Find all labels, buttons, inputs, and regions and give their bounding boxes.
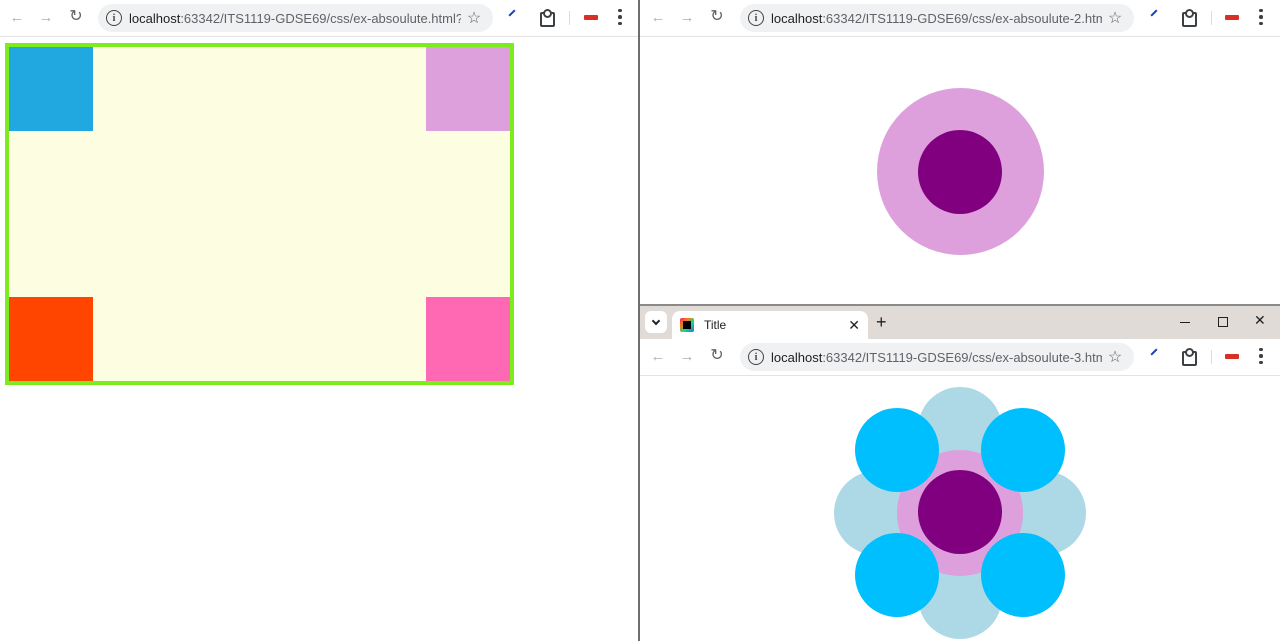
petal-bottom-right — [981, 533, 1065, 617]
site-info-icon[interactable]: i — [748, 10, 764, 26]
site-info-icon[interactable]: i — [106, 10, 122, 26]
petal-top-right — [981, 408, 1065, 492]
center-circle — [918, 470, 1002, 554]
bookmark-star-icon[interactable]: ☆ — [1102, 8, 1128, 28]
forward-arrow-icon[interactable]: → — [34, 5, 58, 29]
bottom-left-box — [9, 297, 93, 381]
back-arrow-icon[interactable]: ← — [646, 5, 670, 29]
kebab-menu-icon[interactable] — [1251, 5, 1271, 29]
browser-window-1: ← → ↻ i localhost:63342/ITS1119-GDSE69/c… — [0, 0, 638, 641]
reload-icon[interactable]: ↻ — [705, 5, 729, 29]
toolbar-2: ← → ↻ i localhost:63342/ITS1119-GDSE69/c… — [640, 0, 1280, 37]
bottom-right-box — [426, 297, 510, 381]
url-text[interactable]: localhost:63342/ITS1119-GDSE69/css/ex-ab… — [771, 11, 1102, 26]
petal-top-left — [855, 408, 939, 492]
browser-window-3: Title ✕ + ✕ ← → ↻ i localhost:63342/ITS1… — [640, 306, 1280, 641]
back-arrow-icon[interactable]: ← — [5, 5, 29, 29]
kebab-menu-icon[interactable] — [610, 5, 630, 29]
toolbar-divider — [569, 11, 570, 25]
pen-extension-icon[interactable] — [1150, 9, 1158, 17]
forward-arrow-icon[interactable]: → — [675, 5, 699, 29]
petal-bottom-left — [855, 533, 939, 617]
red-extension-icon[interactable] — [584, 15, 598, 20]
address-bar[interactable]: i localhost:63342/ITS1119-GDSE69/css/ex-… — [740, 4, 1134, 32]
red-extension-icon[interactable] — [1225, 15, 1239, 20]
toolbar-divider — [1211, 11, 1212, 25]
bookmark-star-icon[interactable]: ☆ — [461, 8, 487, 28]
top-right-box — [426, 47, 510, 131]
extensions-puzzle-icon[interactable] — [538, 9, 555, 27]
top-left-box — [9, 47, 93, 131]
address-bar[interactable]: i localhost:63342/ITS1119-GDSE69/css/ex-… — [98, 4, 493, 32]
toolbar-1: ← → ↻ i localhost:63342/ITS1119-GDSE69/c… — [0, 0, 638, 37]
browser-window-2: ← → ↻ i localhost:63342/ITS1119-GDSE69/c… — [640, 0, 1280, 304]
pen-extension-icon[interactable] — [508, 9, 516, 17]
reload-icon[interactable]: ↻ — [64, 5, 88, 29]
absolute-container — [5, 43, 514, 385]
url-text[interactable]: localhost:63342/ITS1119-GDSE69/css/ex-ab… — [129, 11, 461, 26]
flower — [640, 306, 1280, 641]
extensions-puzzle-icon[interactable] — [1180, 9, 1197, 27]
inner-circle — [918, 130, 1002, 214]
